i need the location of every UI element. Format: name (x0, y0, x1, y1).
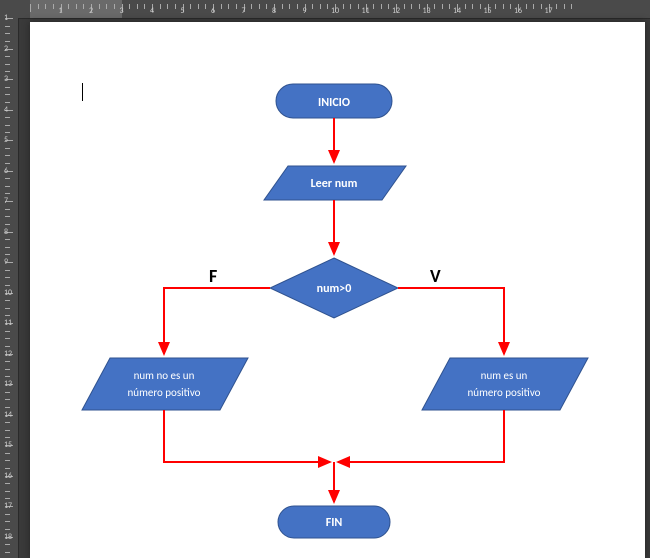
end-shape[interactable]: FIN (278, 506, 390, 538)
svg-text:número positivo: número positivo (468, 386, 541, 399)
start-shape[interactable]: INICIO (276, 84, 392, 118)
arrow-decision-true (398, 288, 504, 354)
svg-text:INICIO: INICIO (318, 96, 350, 110)
arrow-true-to-merge (338, 410, 504, 462)
arrow-decision-false (164, 288, 270, 354)
horizontal-ruler: 1234567891011121314151617 (0, 0, 650, 19)
vertical-ruler: 123456789101112131415161718 (0, 18, 19, 558)
svg-text:num es un: num es un (481, 369, 528, 382)
document-page[interactable]: F V INICIO Leer num (30, 22, 645, 558)
svg-text:FIN: FIN (326, 516, 343, 530)
svg-text:número positivo: número positivo (128, 386, 201, 399)
decision-shape[interactable]: num>0 (270, 258, 398, 318)
svg-text:num>0: num>0 (317, 282, 352, 296)
svg-text:num no es un: num no es un (134, 369, 195, 382)
true-result-shape[interactable]: num es un número positivo (422, 358, 588, 410)
flowchart-canvas: INICIO Leer num num>0 nu (30, 22, 645, 558)
false-result-shape[interactable]: num no es un número positivo (82, 358, 248, 410)
input-shape[interactable]: Leer num (264, 166, 406, 200)
svg-text:Leer num: Leer num (311, 177, 358, 191)
arrow-false-to-merge (164, 410, 330, 462)
